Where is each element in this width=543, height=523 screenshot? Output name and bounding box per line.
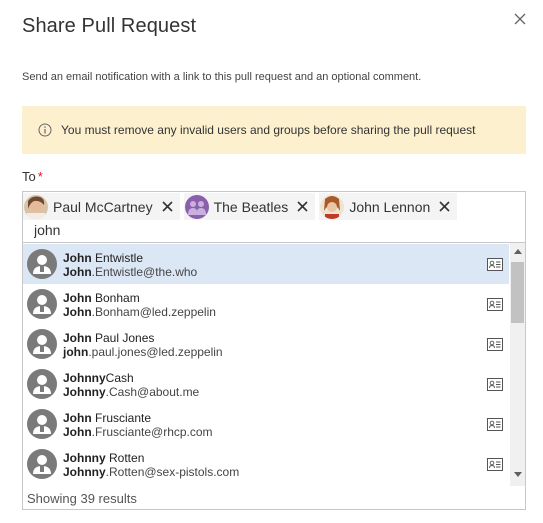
result-row[interactable]: John Bonham John.Bonham@led.zeppelin (23, 284, 509, 324)
result-name: John Bonham (63, 291, 140, 305)
result-name: John Frusciante (63, 411, 151, 425)
name-match: Johnny (63, 451, 106, 465)
result-name: John Paul Jones (63, 331, 154, 345)
contact-card-icon[interactable] (487, 338, 503, 351)
to-label: To * (22, 169, 43, 184)
email-rest: .Entwistle@the.who (91, 265, 198, 279)
search-results-list: John Entwistle John.Entwistle@the.who John… (22, 242, 526, 510)
result-name: Johnny Rotten (63, 451, 144, 465)
dialog-title: Share Pull Request (22, 15, 197, 37)
dialog-description: Send an email notification with a link t… (22, 71, 422, 83)
name-rest: Bonham (91, 291, 140, 305)
warning-text: You must remove any invalid users and gr… (61, 123, 476, 137)
result-email: John.Frusciante@rhcp.com (63, 425, 213, 439)
remove-icon[interactable] (162, 201, 173, 212)
contact-card-icon[interactable] (487, 258, 503, 271)
email-match: John (63, 305, 92, 319)
name-match: John (63, 251, 92, 265)
result-row[interactable]: John Paul Jones john.paul.jones@led.zeppe… (23, 324, 509, 364)
name-rest: Rotten (105, 451, 145, 465)
email-match: Johnny (63, 465, 106, 479)
recipient-name: The Beatles (213, 198, 289, 215)
person-icon (27, 249, 57, 279)
person-icon (27, 409, 57, 439)
result-email: Johnny.Rotten@sex-pistols.com (63, 465, 239, 479)
result-email: John.Bonham@led.zeppelin (63, 305, 216, 319)
email-match: John (63, 265, 92, 279)
contact-card-icon[interactable] (487, 458, 503, 471)
email-rest: .Frusciante@rhcp.com (91, 425, 213, 439)
photo-avatar (320, 194, 345, 219)
email-match: john (63, 345, 89, 359)
recipient-chip: The Beatles (183, 193, 316, 220)
result-row[interactable]: Johnny Rotten Johnny.Rotten@sex-pistols.c… (23, 444, 509, 484)
contact-card-icon[interactable] (487, 298, 503, 311)
remove-icon[interactable] (439, 201, 450, 212)
share-dialog: Share Pull Request Send an email notific… (0, 0, 543, 523)
name-rest: Entwistle (91, 251, 144, 265)
name-match: John (63, 331, 92, 345)
required-mark: * (37, 169, 43, 184)
person-icon (27, 369, 57, 399)
result-email: john.paul.jones@led.zeppelin (63, 345, 223, 359)
photo-avatar (24, 194, 48, 219)
recipient-search-input[interactable] (34, 222, 504, 238)
email-rest: .paul.jones@led.zeppelin (88, 345, 223, 359)
to-label-text: To (22, 169, 36, 184)
result-email: Johnny.Cash@about.me (63, 385, 199, 399)
remove-icon[interactable] (297, 201, 308, 212)
scroll-down-icon[interactable] (514, 472, 522, 477)
email-rest: .Bonham@led.zeppelin (91, 305, 216, 319)
name-match: John (63, 411, 92, 425)
email-match: Johnny (63, 385, 106, 399)
recipient-chips: Paul McCartney The Beatles John Lennon (23, 193, 461, 220)
result-row[interactable]: JohnnyCash Johnny.Cash@about.me (23, 364, 509, 404)
result-email: John.Entwistle@the.who (63, 265, 197, 279)
results-scrollbar[interactable] (510, 243, 525, 486)
person-icon (27, 449, 57, 479)
email-rest: .Rotten@sex-pistols.com (105, 465, 240, 479)
name-rest: Frusciante (91, 411, 152, 425)
close-icon[interactable] (511, 10, 531, 30)
recipient-name: Paul McCartney (53, 198, 153, 215)
name-rest: Cash (105, 371, 134, 385)
results-count: Showing 39 results (27, 491, 137, 506)
recipient-name: John Lennon (349, 198, 431, 215)
recipient-chip: Paul McCartney (23, 193, 180, 220)
email-rest: .Cash@about.me (105, 385, 200, 399)
scroll-thumb[interactable] (511, 262, 524, 323)
contact-card-icon[interactable] (487, 418, 503, 431)
name-match: Johnny (63, 371, 106, 385)
name-rest: Paul Jones (91, 331, 155, 345)
result-row[interactable]: John Frusciante John.Frusciante@rhcp.com (23, 404, 509, 444)
contact-card-icon[interactable] (487, 378, 503, 391)
email-match: John (63, 425, 92, 439)
result-row[interactable]: John Entwistle John.Entwistle@the.who (23, 244, 509, 284)
person-icon (27, 329, 57, 359)
group-avatar (184, 194, 209, 219)
result-name: JohnnyCash (63, 371, 134, 385)
info-icon (38, 123, 52, 137)
recipient-picker[interactable]: Paul McCartney The Beatles John Lennon j… (22, 191, 526, 242)
recipient-chip: John Lennon (319, 193, 458, 220)
name-match: John (63, 291, 92, 305)
scroll-up-icon[interactable] (514, 249, 522, 254)
result-name: John Entwistle (63, 251, 143, 265)
person-icon (27, 289, 57, 319)
warning-banner: You must remove any invalid users and gr… (22, 106, 526, 154)
